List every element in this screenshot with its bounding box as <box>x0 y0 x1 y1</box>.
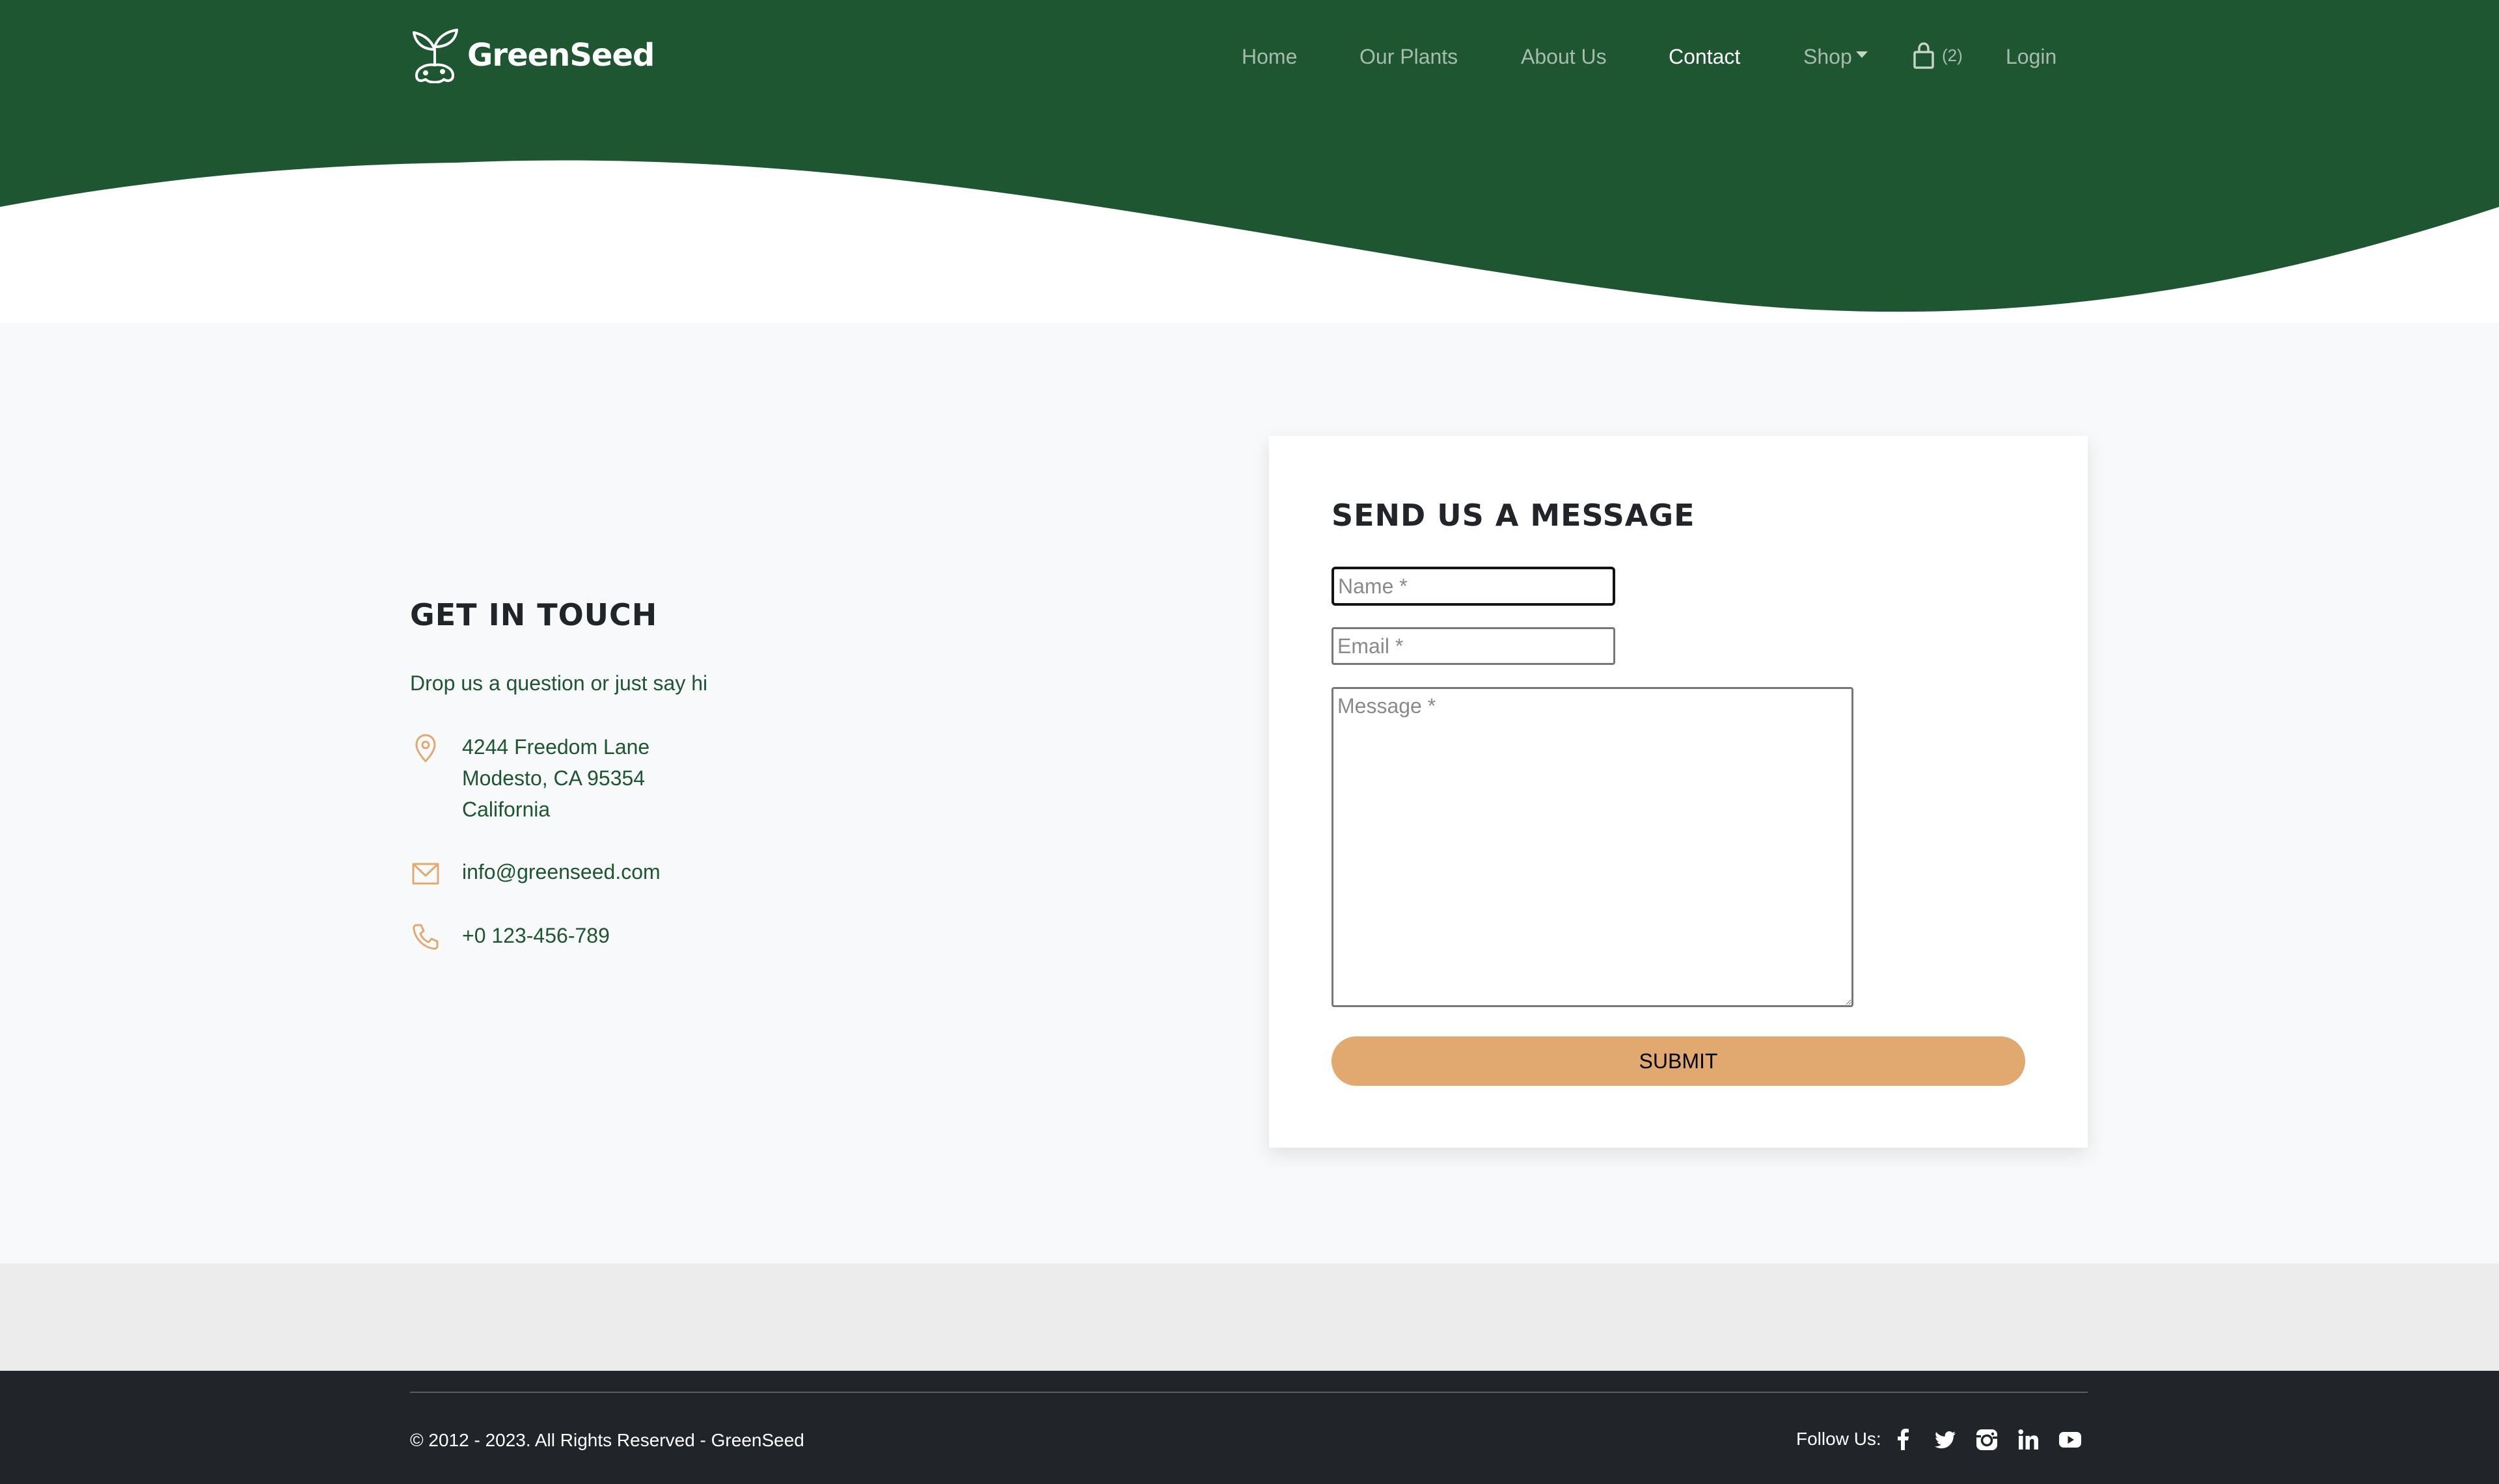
twitter-icon <box>1935 1431 1956 1449</box>
nav-link-contact[interactable]: Contact <box>1669 40 1740 73</box>
nav-link-about-us[interactable]: About Us <box>1521 40 1607 73</box>
site-footer: © 2012 - 2023. All Rights Reserved - Gre… <box>0 1371 2499 1484</box>
address-line-3: California <box>462 798 551 821</box>
location-pin-icon <box>415 734 436 763</box>
nav-link-shop-label: Shop <box>1803 45 1852 68</box>
nav-link-our-plants[interactable]: Our Plants <box>1359 40 1458 73</box>
contact-section <box>0 323 2499 1263</box>
phone-icon <box>413 924 439 950</box>
address-row: 4244 Freedom Lane Modesto, CA 95354 Cali… <box>410 731 649 825</box>
nav-link-home[interactable]: Home <box>1242 40 1297 73</box>
get-in-touch-title: GET IN TOUCH <box>410 597 658 632</box>
form-title: SEND US A MESSAGE <box>1331 498 1695 533</box>
chevron-down-icon <box>1855 51 1868 58</box>
message-textarea[interactable] <box>1331 687 1853 1007</box>
get-in-touch-subtitle: Drop us a question or just say hi <box>410 671 708 695</box>
navbar: GreenSeed Home Our Plants About Us Conta… <box>0 0 2499 114</box>
email-input[interactable] <box>1331 627 1615 665</box>
shopping-bag-icon <box>1913 42 1934 69</box>
nav-links: Home Our Plants About Us Contact Shop Lo… <box>0 40 2499 73</box>
cart-count: (2) <box>1942 45 1963 65</box>
facebook-link[interactable] <box>1889 1425 1918 1454</box>
submit-button[interactable]: SUBMIT <box>1331 1036 2025 1086</box>
follow-us-label: Follow Us: <box>1796 1429 1881 1449</box>
address-line-2: Modesto, CA 95354 <box>462 766 646 790</box>
instagram-link[interactable] <box>1973 1425 2001 1454</box>
pre-footer-band <box>0 1263 2499 1371</box>
email-row: info@greenseed.com <box>410 856 661 889</box>
nav-link-login[interactable]: Login <box>2006 40 2056 73</box>
linkedin-icon <box>2018 1429 2038 1450</box>
phone-row: +0 123-456-789 <box>410 920 610 952</box>
message-form-card: SEND US A MESSAGE SUBMIT <box>1269 436 2088 1148</box>
facebook-icon <box>1898 1429 1909 1450</box>
copyright-text: © 2012 - 2023. All Rights Reserved - Gre… <box>410 1430 804 1450</box>
nav-link-shop[interactable]: Shop <box>1803 40 1868 73</box>
footer-divider <box>410 1392 2088 1393</box>
envelope-icon <box>412 863 439 885</box>
cart-button[interactable]: (2) <box>1912 42 1963 69</box>
twitter-link[interactable] <box>1931 1425 1960 1454</box>
site-header: GreenSeed Home Our Plants About Us Conta… <box>0 0 2499 323</box>
name-input[interactable] <box>1331 567 1615 606</box>
email-link[interactable]: info@greenseed.com <box>462 856 661 887</box>
address-text: 4244 Freedom Lane Modesto, CA 95354 Cali… <box>462 731 649 825</box>
youtube-icon <box>2059 1432 2081 1448</box>
phone-link[interactable]: +0 123-456-789 <box>462 920 610 951</box>
address-line-1: 4244 Freedom Lane <box>462 735 650 759</box>
instagram-icon <box>1976 1429 1997 1450</box>
linkedin-link[interactable] <box>2014 1425 2043 1454</box>
youtube-link[interactable] <box>2056 1425 2084 1454</box>
